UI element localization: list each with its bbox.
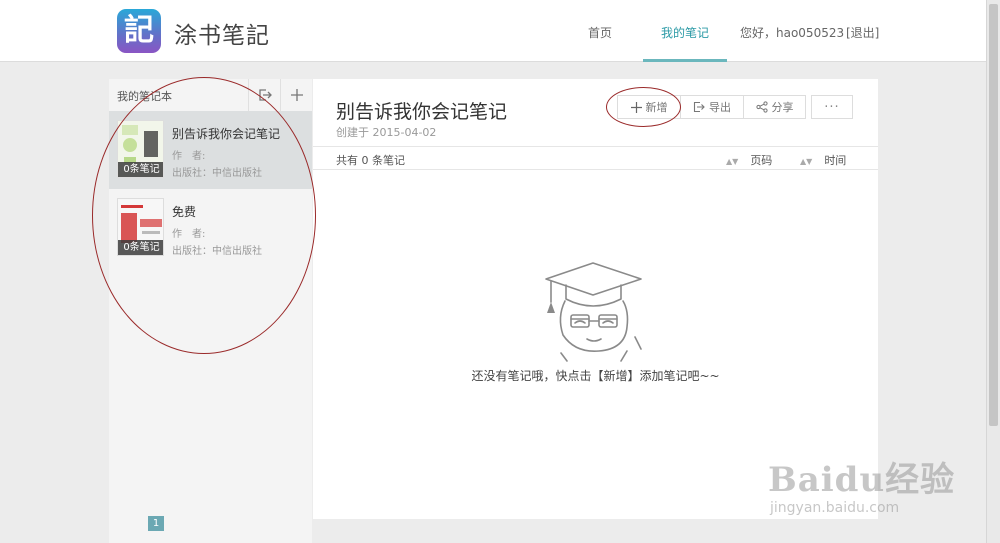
- share-icon: [755, 101, 768, 113]
- app-logo[interactable]: 記: [117, 9, 161, 53]
- notebook-item[interactable]: 0条笔记 免费 作 者: 出版社：中信出版社: [109, 189, 312, 267]
- plus-icon: [290, 89, 303, 101]
- book-cover-image: 0条笔记: [117, 198, 164, 256]
- notebook-sidebar: 我的笔记本 0条笔记 别告诉我你会记笔记 作 者: 出版社：中信出版社 0条笔记…: [109, 79, 312, 543]
- notebook-publisher: 出版社：中信出版社: [172, 168, 262, 179]
- nav-my-notes[interactable]: 我的笔记: [661, 24, 709, 41]
- notebook-heading: 别告诉我你会记笔记: [336, 101, 508, 123]
- pagination-page[interactable]: 1: [148, 516, 164, 531]
- created-date: 创建于 2015-04-02: [336, 126, 437, 139]
- export-icon: [258, 89, 272, 101]
- sort-icon: ▲▼: [726, 157, 739, 166]
- notebook-title: 免费: [172, 205, 197, 219]
- page-column-label: 页码: [750, 154, 773, 167]
- time-column-label: 时间: [824, 154, 847, 167]
- nav-active-underline: [643, 59, 727, 62]
- top-header: 記 涂书笔記 首页 我的笔记 您好，hao050523 [退出]: [0, 0, 1000, 62]
- notebook-author: 作 者:: [172, 229, 206, 240]
- sort-by-time[interactable]: ▲▼ 时间: [800, 152, 846, 168]
- app-name: 涂书笔記: [174, 23, 270, 49]
- share-button[interactable]: 分享: [744, 95, 806, 119]
- page-scrollbar[interactable]: [986, 0, 1000, 543]
- add-note-button[interactable]: 新增: [617, 95, 681, 119]
- nav-home[interactable]: 首页: [588, 24, 612, 41]
- notebook-author: 作 者:: [172, 151, 206, 162]
- empty-state-message: 还没有笔记哦，快点击【新增】添加笔记吧~~: [471, 369, 720, 383]
- export-label: 导出: [709, 101, 731, 114]
- sort-by-page[interactable]: ▲▼ 页码: [726, 152, 772, 168]
- scrollbar-thumb[interactable]: [989, 4, 998, 426]
- notebook-title: 别告诉我你会记笔记: [172, 127, 281, 141]
- export-button[interactable]: 导出: [681, 95, 744, 119]
- add-notebook-button[interactable]: [280, 79, 312, 111]
- notebook-item[interactable]: 0条笔记 别告诉我你会记笔记 作 者: 出版社：中信出版社: [109, 111, 312, 189]
- sort-icon: ▲▼: [800, 157, 813, 166]
- notes-list-header: 共有 0 条笔记 ▲▼ 页码 ▲▼ 时间: [313, 146, 878, 170]
- user-greeting: 您好，hao050523: [740, 26, 845, 40]
- graduate-cartoon-illustration: [545, 262, 642, 362]
- book-cover-image: 0条笔记: [117, 120, 164, 178]
- note-count-badge: 0条笔记: [118, 162, 163, 177]
- export-notebook-button[interactable]: [248, 79, 280, 111]
- plus-icon: [630, 101, 642, 113]
- export-icon: [693, 101, 705, 113]
- logout-link[interactable]: [退出]: [846, 24, 879, 41]
- notebook-detail-panel: 别告诉我你会记笔记 创建于 2015-04-02 新增 导出 分享 ··· 共有…: [313, 79, 878, 519]
- sidebar-title: 我的笔记本: [117, 90, 172, 103]
- add-note-label: 新增: [645, 101, 668, 114]
- notebook-publisher: 出版社：中信出版社: [172, 246, 262, 257]
- sidebar-header: 我的笔记本: [109, 79, 312, 111]
- more-options-button[interactable]: ···: [811, 95, 853, 119]
- share-label: 分享: [771, 101, 794, 114]
- note-toolbar: 新增 导出 分享: [617, 95, 806, 119]
- notes-count: 共有 0 条笔记: [336, 154, 405, 167]
- logo-glyph: 記: [124, 13, 154, 48]
- note-count-badge: 0条笔记: [118, 240, 163, 255]
